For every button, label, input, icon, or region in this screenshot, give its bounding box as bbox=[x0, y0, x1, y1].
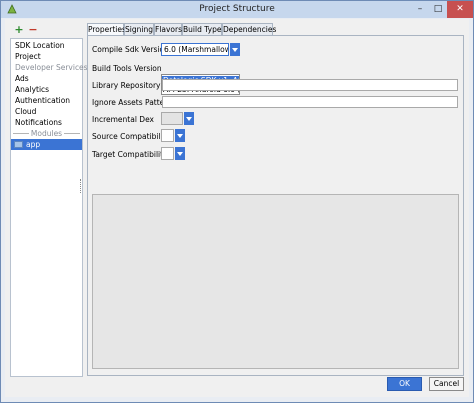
ok-button[interactable]: OK bbox=[387, 377, 422, 391]
ignore-assets-label: Ignore Assets Pattern bbox=[92, 98, 173, 107]
sidebar-item-ads[interactable]: Ads bbox=[15, 73, 29, 84]
sidebar-item-app[interactable]: app bbox=[11, 139, 82, 150]
dialog-body: + − SDK Location Project Developer Servi… bbox=[5, 19, 469, 397]
tab-signing[interactable]: Signing bbox=[124, 23, 154, 35]
maximize-button[interactable]: □ bbox=[429, 1, 447, 18]
incremental-dex-dropdown-icon[interactable] bbox=[184, 112, 194, 125]
sidebar-item-notifications[interactable]: Notifications bbox=[15, 117, 62, 128]
title-bar: Project Structure – □ ✕ bbox=[1, 1, 473, 18]
source-compatibility-dropdown-icon[interactable] bbox=[175, 129, 185, 142]
library-repository-input[interactable] bbox=[162, 79, 458, 91]
incremental-dex-select[interactable] bbox=[161, 112, 183, 125]
build-tools-label: Build Tools Version bbox=[92, 64, 162, 73]
tab-dependencies[interactable]: Dependencies bbox=[222, 23, 276, 35]
sidebar-item-analytics[interactable]: Analytics bbox=[15, 84, 49, 95]
project-structure-dialog: Project Structure – □ ✕ + − SDK Location… bbox=[0, 0, 474, 403]
compile-sdk-dropdown-icon[interactable] bbox=[230, 43, 240, 56]
target-compatibility-select[interactable] bbox=[161, 147, 174, 160]
sidebar-header-developer-services: Developer Services bbox=[15, 63, 88, 72]
sidebar: SDK Location Project Developer Services … bbox=[10, 38, 88, 377]
compile-sdk-label: Compile Sdk Version bbox=[92, 45, 169, 54]
target-compatibility-dropdown-icon[interactable] bbox=[175, 147, 185, 160]
modules-header: Modules bbox=[30, 129, 63, 138]
tab-flavors[interactable]: Flavors bbox=[154, 23, 182, 35]
module-folder-icon bbox=[14, 141, 23, 148]
library-repository-label: Library Repository bbox=[92, 81, 161, 90]
incremental-dex-label: Incremental Dex bbox=[92, 115, 154, 124]
android-studio-icon bbox=[7, 4, 17, 14]
modules-separator: Modules bbox=[11, 128, 82, 139]
sidebar-item-sdk-location[interactable]: SDK Location bbox=[15, 40, 65, 51]
splitter-handle[interactable] bbox=[80, 179, 83, 193]
ignore-assets-input[interactable] bbox=[162, 96, 458, 108]
tab-build-types[interactable]: Build Types bbox=[182, 23, 225, 35]
compile-sdk-select[interactable]: 6.0 (Marshmallow) bbox=[161, 43, 229, 56]
sidebar-item-project[interactable]: Project bbox=[15, 51, 41, 62]
sidebar-item-authentication[interactable]: Authentication bbox=[15, 95, 70, 106]
details-area bbox=[92, 194, 459, 369]
source-compatibility-label: Source Compatibility bbox=[92, 132, 171, 141]
close-button[interactable]: ✕ bbox=[447, 1, 473, 18]
window-title: Project Structure bbox=[199, 4, 275, 14]
add-icon[interactable]: + bbox=[14, 24, 24, 35]
properties-panel: Compile Sdk Version 6.0 (Marshmallow) Da… bbox=[87, 35, 464, 376]
minimize-button[interactable]: – bbox=[411, 1, 429, 18]
target-compatibility-label: Target Compatibility bbox=[92, 150, 168, 159]
sidebar-item-cloud[interactable]: Cloud bbox=[15, 106, 36, 117]
source-compatibility-select[interactable] bbox=[161, 129, 174, 142]
module-label: app bbox=[26, 140, 41, 149]
remove-icon[interactable]: − bbox=[28, 24, 38, 35]
cancel-button[interactable]: Cancel bbox=[429, 377, 464, 391]
